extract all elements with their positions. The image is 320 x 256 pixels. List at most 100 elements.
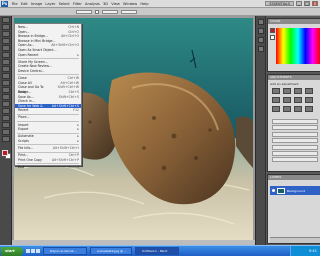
menu-help[interactable]: Help: [139, 0, 150, 8]
background-swatch[interactable]: [270, 35, 275, 40]
start-button[interactable]: start: [1, 246, 23, 256]
menu-item-label: Export: [18, 127, 29, 132]
file-menu-item[interactable]: Place...: [15, 115, 81, 120]
brushes-icon[interactable]: [258, 37, 264, 43]
crop-tool-icon[interactable]: [2, 45, 10, 51]
levels-icon[interactable]: [283, 88, 291, 94]
photoshop-window: Ps File Edit Image Layer Select Filter Analysi…: [0, 0, 320, 256]
menu-window[interactable]: Window: [121, 0, 138, 8]
menu-bar: Ps File Edit Image Layer Select Filter Analysi…: [0, 0, 320, 8]
exposure-icon[interactable]: [305, 88, 313, 94]
preset-row[interactable]: [272, 131, 318, 137]
file-menu-item[interactable]: Print One Copy Alt+Shift+Ctrl+P: [15, 158, 81, 163]
color-balance-icon[interactable]: [294, 97, 302, 103]
foreground-color-swatch[interactable]: [2, 150, 8, 156]
maximize-button[interactable]: □: [304, 1, 310, 6]
clone-stamp-tool-icon[interactable]: [2, 73, 10, 79]
quick-launch-icon[interactable]: [36, 249, 40, 253]
menu-layer[interactable]: Layer: [44, 0, 57, 8]
move-tool-icon[interactable]: [2, 17, 10, 23]
preset-row[interactable]: [272, 144, 318, 150]
healing-tool-icon[interactable]: [2, 59, 10, 65]
menu-item-label: Scripts: [18, 139, 29, 144]
option-checkbox[interactable]: [95, 9, 99, 14]
blur-tool-icon[interactable]: [2, 101, 10, 107]
curves-icon[interactable]: [294, 88, 302, 94]
eye-icon[interactable]: [272, 189, 275, 192]
brightness-icon[interactable]: [272, 88, 280, 94]
menu-file[interactable]: File: [10, 0, 19, 8]
collapsed-panel-strip: [256, 16, 266, 245]
eraser-tool-icon[interactable]: [2, 87, 10, 93]
menu-item-shortcut: Shift+Ctrl+S: [58, 94, 79, 99]
menu-select[interactable]: Select: [57, 0, 71, 8]
photo-filter-icon[interactable]: [272, 106, 280, 112]
type-tool-icon[interactable]: [2, 122, 10, 128]
system-tray-clock: 9:41: [290, 245, 320, 256]
file-menu-item[interactable]: Open Recent ▸: [15, 53, 81, 58]
preset-row[interactable]: [272, 150, 318, 156]
workspace-switcher[interactable]: ESSENTIALS: [265, 1, 294, 6]
shape-tool-icon[interactable]: [2, 136, 10, 142]
invert-icon[interactable]: [294, 106, 302, 112]
preset-row[interactable]: [272, 125, 318, 131]
menu-analysis[interactable]: Analysis: [83, 0, 101, 8]
preset-row[interactable]: [272, 157, 318, 163]
adjustment-presets: [272, 119, 318, 164]
dodge-tool-icon[interactable]: [2, 108, 10, 114]
file-menu-item[interactable]: Export ▸: [15, 127, 81, 132]
black-white-icon[interactable]: [305, 97, 313, 103]
taskbar-item[interactable]: Untitled-1 - Paint: [135, 247, 179, 255]
layer-row[interactable]: Background: [270, 186, 320, 195]
adjustments-panel: ADJUSTMENTS Add an adjustment: [267, 74, 320, 172]
foreground-swatch[interactable]: [270, 28, 275, 33]
pen-tool-icon[interactable]: [2, 115, 10, 121]
file-menu-item[interactable]: Device Central...: [15, 69, 81, 74]
menu-3d[interactable]: 3D: [101, 0, 109, 8]
history-brush-tool-icon[interactable]: [2, 80, 10, 86]
option-field[interactable]: [121, 9, 137, 14]
adjustments-panel-title[interactable]: ADJUSTMENTS: [268, 75, 320, 80]
taskbar-item[interactable]: scenetest2.jpg @ ...: [90, 247, 132, 255]
color-spectrum[interactable]: [276, 28, 320, 64]
option-field[interactable]: [76, 9, 92, 14]
path-select-tool-icon[interactable]: [2, 129, 10, 135]
channel-mixer-icon[interactable]: [283, 106, 291, 112]
hue-saturation-icon[interactable]: [283, 97, 291, 103]
file-menu-item[interactable]: Revert F12: [15, 108, 81, 113]
clone-source-icon[interactable]: [258, 46, 264, 52]
menu-filter[interactable]: Filter: [71, 0, 83, 8]
brush-tool-icon[interactable]: [2, 66, 10, 72]
quick-select-tool-icon[interactable]: [2, 38, 10, 44]
posterize-icon[interactable]: [305, 106, 313, 112]
quick-launch-icon[interactable]: [26, 249, 30, 253]
menu-view[interactable]: View: [110, 0, 122, 8]
gradient-tool-icon[interactable]: [2, 94, 10, 100]
vibrance-icon[interactable]: [272, 97, 280, 103]
color-panel: COLOR: [267, 18, 320, 72]
actions-icon[interactable]: [258, 28, 264, 34]
menu-item-label: Place...: [18, 115, 30, 120]
file-menu-item[interactable]: Scripts ▸: [15, 139, 81, 144]
eyedropper-tool-icon[interactable]: [2, 52, 10, 58]
color-panel-title[interactable]: COLOR: [268, 19, 320, 24]
lasso-tool-icon[interactable]: [2, 31, 10, 37]
quick-launch-icon[interactable]: [31, 249, 35, 253]
history-icon[interactable]: [258, 19, 264, 25]
menu-item-shortcut: ▸: [77, 127, 79, 132]
panel-dock: COLOR ADJUSTMENTS Add an adjustment LAYE…: [255, 16, 320, 245]
menu-image[interactable]: Image: [29, 0, 43, 8]
file-menu-item[interactable]: Exit Ctrl+Q: [15, 165, 81, 170]
minimize-button[interactable]: _: [296, 1, 302, 6]
main-menu: File Edit Image Layer Select Filter Analysis 3D…: [10, 0, 150, 8]
close-button[interactable]: ×: [312, 1, 318, 6]
preset-row[interactable]: [272, 138, 318, 144]
marquee-tool-icon[interactable]: [2, 24, 10, 30]
menu-edit[interactable]: Edit: [19, 0, 29, 8]
file-menu-item[interactable]: File Info... Alt+Shift+Ctrl+I: [15, 146, 81, 151]
preset-row[interactable]: [272, 119, 318, 124]
menu-item-label: Exit: [18, 165, 25, 170]
taskbar-item[interactable]: Dejoin ar-tarnot...: [43, 247, 87, 255]
layers-panel-title[interactable]: LAYERS: [268, 175, 320, 180]
option-field[interactable]: [102, 9, 118, 14]
